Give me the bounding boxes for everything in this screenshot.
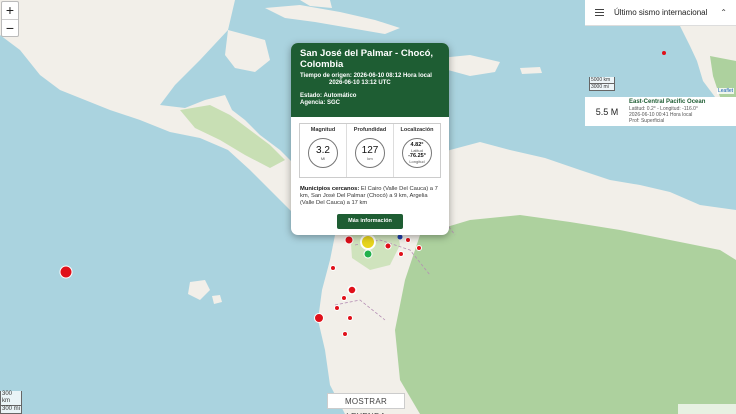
land-puerto-rico — [520, 67, 542, 74]
event-popup: San José del Palmar - Chocó, Colombia Ti… — [291, 43, 449, 235]
marker-pacific — [59, 265, 73, 279]
mini-scale-km: 5000 km — [589, 77, 615, 84]
show-legend-button[interactable]: MOSTRAR LEYENDA — [327, 393, 405, 414]
menu-icon[interactable] — [595, 7, 604, 18]
depth-unit: km — [367, 155, 373, 161]
event-status: Estado: Automático — [300, 93, 357, 99]
magnitude-value: 3.2 — [316, 144, 330, 156]
zoom-control: + − — [1, 1, 19, 37]
marker-red-8 — [341, 295, 347, 301]
marker-red-11 — [314, 313, 324, 323]
marker-red-9 — [334, 305, 340, 311]
event-title: San José del Palmar - Chocó, Colombia — [300, 48, 434, 70]
marker-green — [363, 249, 373, 259]
intl-depth: Prof: Superficial — [629, 118, 665, 124]
event-metrics: Magnitud 3.2 Ml Profundidad 127 km Local… — [299, 123, 441, 178]
marker-red-5 — [398, 251, 404, 257]
zoom-in-button[interactable]: + — [2, 2, 18, 19]
map-scale: 300 km 300 mi — [0, 391, 22, 414]
metric-location: Localización 4.82° Latitud -76.25° Longi… — [393, 124, 440, 177]
mini-scale-mi: 3000 mi — [589, 84, 615, 91]
depth-value: 127 — [361, 144, 379, 156]
marker-red-10 — [347, 315, 353, 321]
zoom-out-button[interactable]: − — [2, 19, 18, 36]
metric-magnitude: Magnitud 3.2 Ml — [300, 124, 346, 177]
marker-red-3 — [405, 237, 411, 243]
scale-mi: 300 mi — [0, 406, 22, 414]
longitude-label: Longitud — [409, 159, 425, 164]
scale-km: 300 km — [0, 391, 22, 406]
origin-utc: 2026-06-10 13:12 UTC — [329, 80, 391, 86]
international-quake-panel: Último sismo internacional ⌃ 5000 km 300… — [585, 0, 736, 126]
nearby-municipalities: Municipios cercanos: El Cairo (Valle Del… — [300, 186, 438, 206]
intl-magnitude: 5.5 M — [595, 106, 619, 117]
origin-label: Tiempo de origen: — [300, 73, 352, 79]
metric-depth: Profundidad 127 km — [346, 124, 393, 177]
mini-map[interactable]: 5000 km 3000 mi Leaflet — [585, 26, 736, 97]
international-quake-info[interactable]: 5.5 M East-Central Pacific Ocean Latitud… — [585, 97, 736, 126]
panel-header[interactable]: Último sismo internacional ⌃ — [585, 0, 736, 26]
popup-header: San José del Palmar - Chocó, Colombia Ti… — [291, 43, 449, 117]
map-attribution — [678, 404, 736, 414]
magnitude-unit: Ml — [320, 155, 326, 161]
forest-amazon — [395, 215, 736, 414]
panel-title: Último sismo internacional — [614, 8, 708, 17]
marker-red-1 — [344, 235, 354, 245]
marker-red-12 — [342, 331, 348, 337]
marker-red-4 — [416, 245, 422, 251]
chevron-up-icon[interactable]: ⌃ — [720, 8, 727, 17]
mini-map-marker — [662, 51, 666, 55]
intl-region: East-Central Pacific Ocean — [629, 99, 706, 105]
marker-red-6 — [330, 265, 336, 271]
marker-main-event — [360, 234, 376, 250]
marker-blue — [397, 234, 403, 240]
leaflet-attribution[interactable]: Leaflet — [716, 88, 734, 94]
marker-red-2 — [384, 242, 392, 250]
more-info-button[interactable]: Más información — [337, 214, 403, 229]
event-agency: Agencia: SGC — [300, 100, 341, 106]
origin-local: 2026-06-10 08:12 Hora local — [353, 73, 432, 79]
marker-red-7 — [347, 285, 357, 295]
